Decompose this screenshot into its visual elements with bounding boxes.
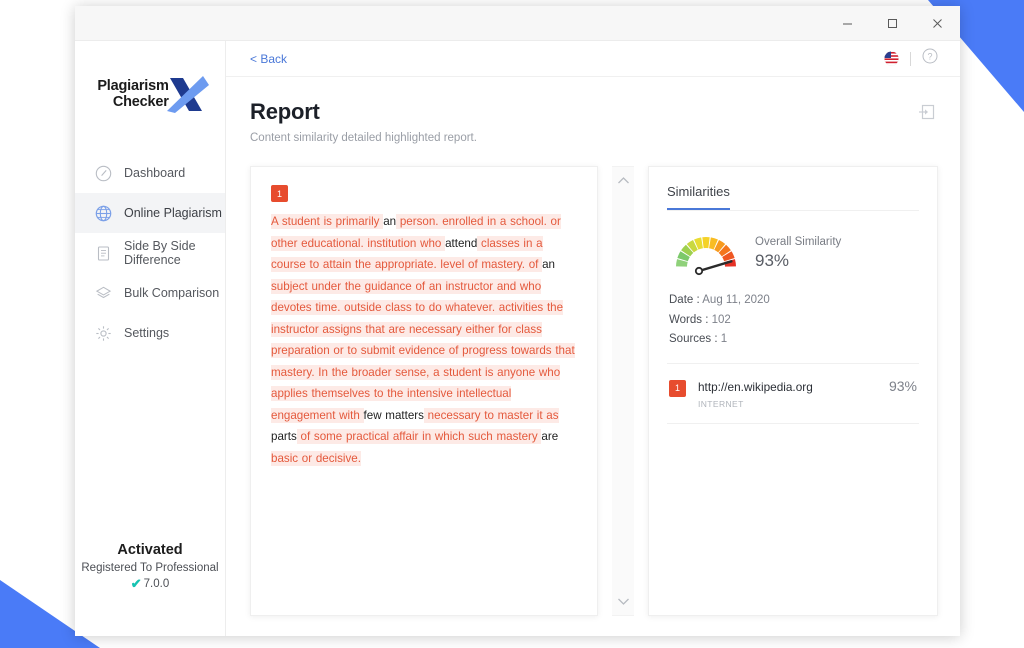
gauge-value: 93%	[755, 250, 790, 270]
gear-icon	[95, 325, 112, 342]
logo-x-mark	[163, 71, 209, 117]
report-text: A student is primarily an person. enroll…	[271, 211, 577, 469]
gauge-text: Overall Similarity 93%	[755, 236, 841, 271]
sidebar-item-side-by-side-difference[interactable]: Side By Side Difference	[75, 233, 225, 273]
app-window: Plagiarism Checker Dashboard Online Plag…	[75, 6, 960, 636]
gauge-icon	[95, 165, 112, 182]
maximize-button[interactable]	[870, 6, 915, 40]
minimize-icon	[843, 23, 852, 24]
tab-similarities[interactable]: Similarities	[667, 184, 730, 210]
activation-version-row: ✔ 7.0.0	[75, 576, 225, 592]
help-circle-icon[interactable]: ?	[922, 48, 938, 69]
sidebar-label-online-plagiarism: Online Plagiarism	[124, 206, 222, 220]
window-body: Plagiarism Checker Dashboard Online Plag…	[75, 41, 960, 636]
similarities-panel: Similarities Overall Similarity 93% Date…	[648, 166, 938, 616]
meta-sources-value: 1	[720, 333, 728, 345]
source-badge: 1	[669, 379, 686, 397]
page-subtitle: Content similarity detailed highlighted …	[250, 132, 477, 144]
sidebar-item-dashboard[interactable]: Dashboard	[75, 153, 225, 193]
sources-list: 1 http://en.wikipedia.org INTERNET 93%	[667, 364, 919, 424]
logo-wordmark: Plagiarism Checker	[97, 77, 169, 110]
report-highlight-span: basic or decisive.	[271, 450, 361, 466]
report-panel: 1 A student is primarily an person. enro…	[250, 166, 598, 616]
meta-words-label: Words :	[669, 313, 712, 326]
topbar-divider	[910, 51, 911, 66]
report-scrollbar[interactable]	[612, 166, 634, 616]
close-icon	[933, 18, 942, 28]
page-header: Report Content similarity detailed highl…	[226, 77, 960, 144]
meta-words-value: 102	[711, 313, 731, 326]
sidebar-item-bulk-comparison[interactable]: Bulk Comparison	[75, 273, 225, 313]
report-plain-span: are	[541, 430, 559, 443]
source-info: http://en.wikipedia.org INTERNET	[698, 378, 813, 409]
meta-sources-label: Sources :	[669, 333, 721, 345]
source-row[interactable]: 1 http://en.wikipedia.org INTERNET 93%	[667, 364, 919, 424]
page-title: Report	[250, 99, 320, 124]
logo-x-icon	[166, 76, 209, 113]
sidebar-item-settings[interactable]: Settings	[75, 313, 225, 353]
layers-icon	[95, 285, 112, 302]
overall-similarity-gauge: Overall Similarity 93%	[667, 225, 919, 291]
us-flag-icon[interactable]	[884, 51, 899, 66]
sidebar-label-settings: Settings	[124, 326, 170, 340]
source-url[interactable]: http://en.wikipedia.org	[698, 380, 813, 394]
report-source-badge: 1	[271, 185, 288, 202]
meta-sources: Sources : 1	[669, 330, 919, 350]
report-meta: Date : Aug 11, 2020 Words : 102 Sources …	[667, 291, 919, 350]
source-percent: 93%	[888, 377, 917, 394]
sidebar-nav: Dashboard Online Plagiarism Side By Side…	[75, 153, 225, 353]
activation-subtitle: Registered To Professional	[81, 562, 219, 574]
report-plain-span: parts	[271, 430, 297, 443]
svg-text:?: ?	[927, 51, 932, 61]
meta-date: Date : Aug 11, 2020	[669, 291, 919, 311]
gauge-icon	[676, 237, 736, 276]
export-button[interactable]	[918, 103, 936, 126]
screen: Plagiarism Checker Dashboard Online Plag…	[0, 0, 1024, 648]
report-plain-span: an	[542, 258, 555, 271]
chevron-up-icon[interactable]	[617, 176, 630, 185]
chevron-down-icon[interactable]	[617, 597, 630, 606]
panels-row: 1 A student is primarily an person. enro…	[226, 144, 960, 616]
report-highlight-span: necessary to master it as	[423, 407, 559, 423]
source-type: INTERNET	[698, 398, 744, 409]
app-logo: Plagiarism Checker	[75, 63, 225, 125]
export-icon	[919, 104, 935, 120]
logo-line-2: Checker	[112, 94, 169, 110]
similarities-tabbar: Similarities	[667, 183, 919, 211]
meta-date-value: Aug 11, 2020	[702, 294, 770, 306]
sidebar-label-side-by-side-difference: Side By Side Difference	[124, 239, 196, 267]
report-plain-span: few matters	[363, 408, 424, 422]
meta-date-label: Date :	[669, 294, 703, 306]
document-icon	[95, 245, 112, 262]
gauge-segment	[702, 237, 710, 249]
back-link[interactable]: < Back	[250, 52, 287, 66]
maximize-icon	[888, 18, 897, 28]
activation-status: Activated Registered To Professional ✔ 7…	[75, 542, 225, 636]
report-highlight-span: A student is primarily	[271, 214, 384, 229]
report-highlight-span: of some practical affair in which such m…	[296, 429, 542, 444]
logo-line-1: Plagiarism	[97, 77, 169, 94]
main-content: < Back ? Report Content similarity detai…	[226, 41, 960, 636]
report-plain-span: attend	[445, 236, 478, 250]
title-bar	[75, 6, 960, 41]
minimize-button[interactable]	[825, 6, 870, 40]
activation-version: 7.0.0	[143, 578, 170, 590]
sidebar-label-bulk-comparison: Bulk Comparison	[124, 286, 220, 300]
globe-icon	[95, 205, 112, 222]
activation-title: Activated	[117, 542, 183, 558]
check-icon: ✔	[130, 576, 142, 591]
sidebar-label-dashboard: Dashboard	[124, 166, 186, 180]
content-topbar: < Back ?	[226, 41, 960, 77]
sidebar: Plagiarism Checker Dashboard Online Plag…	[75, 41, 226, 636]
sidebar-item-online-plagiarism[interactable]: Online Plagiarism	[75, 193, 225, 233]
report-highlight-span: subject under the guidance of an instruc…	[271, 278, 575, 423]
close-button[interactable]	[915, 6, 960, 40]
topbar-actions: ?	[884, 48, 938, 69]
gauge-label: Overall Similarity	[755, 235, 842, 248]
gauge-hub	[694, 266, 704, 276]
meta-words: Words : 102	[669, 311, 919, 331]
report-plain-span: an	[383, 215, 397, 228]
